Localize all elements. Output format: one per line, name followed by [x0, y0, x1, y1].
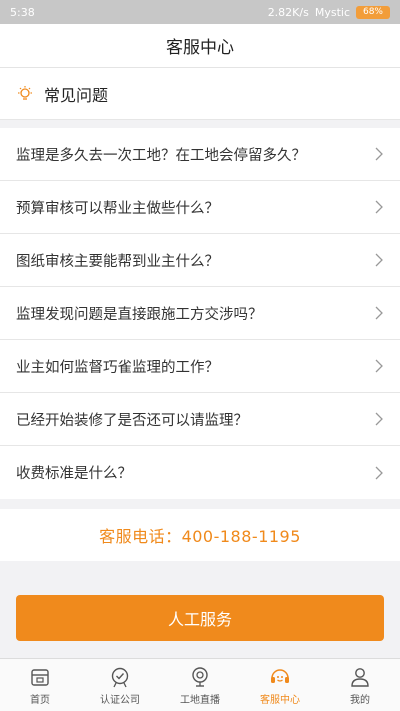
faq-item[interactable]: 业主如何监督巧雀监理的工作？ [0, 340, 400, 393]
network-speed: 2.82K/s [267, 5, 309, 19]
tab-label: 认证公司 [100, 694, 140, 706]
chevron-right-icon [375, 466, 383, 479]
page-title: 客服中心 [166, 38, 234, 58]
chevron-right-icon [375, 253, 383, 267]
faq-item[interactable]: 图纸审核主要能帮到业主什么？ [0, 234, 400, 287]
faq-item[interactable]: 预算审核可以帮业主做些什么？ [0, 181, 400, 234]
faq-item[interactable]: 已经开始装修了是否还可以请监理？ [0, 393, 400, 446]
faq-question: 业主如何监督巧雀监理的工作？ [16, 359, 219, 376]
faq-question: 已经开始装修了是否还可以请监理？ [16, 412, 248, 429]
tab-home[interactable]: 首页 [0, 659, 80, 711]
home-icon [31, 668, 49, 686]
chevron-right-icon [375, 306, 383, 320]
tab-label: 首页 [30, 694, 50, 706]
profile-icon [351, 667, 369, 687]
contact-phone-text: 客服电话：400-188-1195 [99, 527, 301, 546]
chevron-right-icon [375, 200, 383, 214]
tab-label: 客服中心 [260, 694, 300, 706]
status-indicators: 2.82K/s Mystic 68% [267, 5, 390, 19]
status-time: 5:38 [10, 5, 35, 19]
tab-profile[interactable]: 我的 [320, 659, 400, 711]
faq-item[interactable]: 收费标准是什么？ [0, 446, 400, 499]
customer-service-icon [271, 668, 289, 683]
chevron-right-icon [375, 359, 383, 373]
chevron-right-icon [375, 412, 383, 426]
tab-label: 我的 [350, 694, 370, 706]
tab-customer-service[interactable]: 客服中心 [240, 659, 320, 711]
faq-question: 图纸审核主要能帮到业主什么？ [16, 253, 219, 270]
manual-service-button[interactable]: 人工服务 [16, 595, 384, 641]
manual-service-label: 人工服务 [167, 610, 232, 629]
status-bar: 5:38 2.82K/s Mystic 68% [0, 0, 400, 24]
chevron-right-icon [375, 147, 383, 161]
faq-question: 收费标准是什么？ [16, 466, 132, 482]
faq-list: 监理是多久去一次工地？在工地会停留多久？ 预算审核可以帮业主做些什么？ 图纸审核… [0, 120, 400, 499]
faq-item[interactable]: 监理是多久去一次工地？在工地会停留多久？ [0, 128, 400, 181]
faq-question: 监理是多久去一次工地？在工地会停留多久？ [16, 147, 306, 164]
header: 客服中心 [0, 24, 400, 68]
battery-indicator: 68% [356, 5, 390, 19]
tab-live-site[interactable]: 工地直播 [160, 659, 240, 711]
lightbulb-icon [18, 85, 32, 100]
certified-company-icon [111, 667, 129, 687]
live-camera-icon [192, 666, 208, 687]
tab-label: 工地直播 [180, 694, 220, 706]
faq-question: 监理发现问题是直接跟施工方交涉吗？ [16, 306, 263, 323]
bottom-tab-bar: 首页 认证公司 工地直播 客服中心 我的 [0, 658, 400, 711]
faq-question: 预算审核可以帮业主做些什么？ [16, 200, 219, 217]
faq-header: 常见问题 [0, 68, 400, 120]
faq-section: 常见问题 监理是多久去一次工地？在工地会停留多久？ 预算审核可以帮业主做些什么？… [0, 68, 400, 499]
contact-phone[interactable]: 客服电话：400-188-1195 [0, 509, 400, 561]
carrier-name: Mystic [314, 5, 350, 19]
tab-certified-company[interactable]: 认证公司 [80, 659, 160, 711]
faq-title: 常见问题 [44, 85, 109, 105]
faq-item[interactable]: 监理发现问题是直接跟施工方交涉吗？ [0, 287, 400, 340]
